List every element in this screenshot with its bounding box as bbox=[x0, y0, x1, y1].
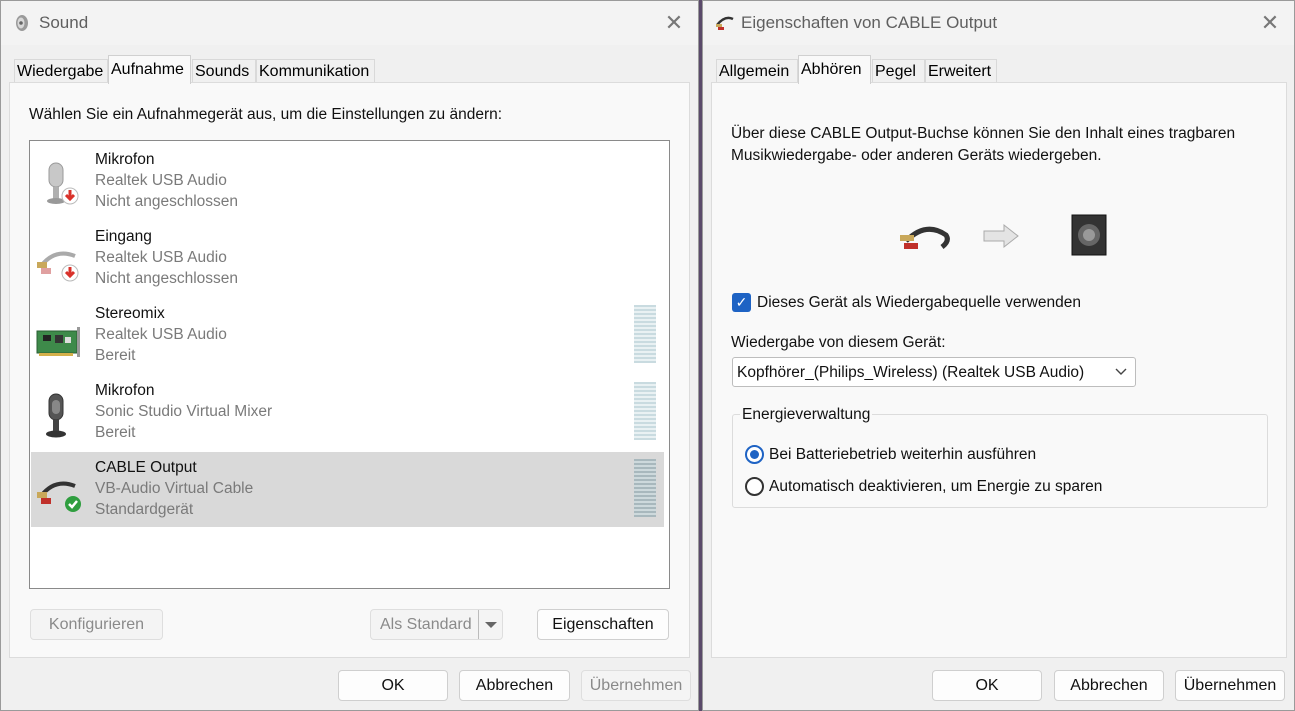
tab-erweitert[interactable]: Erweitert bbox=[925, 59, 997, 83]
list-item-selected[interactable]: CABLE Output VB-Audio Virtual Cable Stan… bbox=[31, 452, 664, 527]
cable-jack-icon bbox=[37, 481, 81, 512]
playback-label: Wiedergabe von diesem Gerät: bbox=[731, 334, 946, 351]
power-group-title: Energieverwaltung bbox=[740, 406, 873, 424]
tab-kommunikation[interactable]: Kommunikation bbox=[256, 59, 375, 83]
tab-pegel[interactable]: Pegel bbox=[872, 59, 925, 83]
device-status: Nicht angeschlossen bbox=[95, 193, 239, 210]
radio-auto-disable-label[interactable]: Automatisch deaktivieren, um Energie zu … bbox=[769, 478, 1102, 496]
arrow-right-icon bbox=[983, 223, 1019, 249]
configure-button[interactable]: Konfigurieren bbox=[30, 609, 163, 640]
tab-abhoeren[interactable]: Abhören bbox=[798, 55, 871, 84]
title-bar[interactable]: Sound ✕ bbox=[1, 1, 698, 45]
title-bar[interactable]: Eigenschaften von CABLE Output ✕ bbox=[703, 1, 1294, 45]
tab-panel: Wählen Sie ein Aufnahmegerät aus, um die… bbox=[9, 82, 690, 658]
device-name: Stereomix bbox=[95, 305, 165, 322]
ok-button[interactable]: OK bbox=[932, 670, 1042, 701]
chevron-down-icon bbox=[1115, 368, 1127, 375]
speaker-icon bbox=[1071, 214, 1107, 256]
device-status: Nicht angeschlossen bbox=[95, 270, 239, 287]
radio-keep-running-label[interactable]: Bei Batteriebetrieb weiterhin ausführen bbox=[769, 446, 1036, 464]
device-name: Mikrofon bbox=[95, 382, 155, 399]
power-group: Energieverwaltung Bei Batteriebetrieb we… bbox=[732, 406, 1268, 508]
tab-bar: Wiedergabe Aufnahme Sounds Kommunikation bbox=[9, 55, 690, 84]
ok-button[interactable]: OK bbox=[338, 670, 448, 701]
properties-button[interactable]: Eigenschaften bbox=[537, 609, 669, 640]
tab-bar: Allgemein Abhören Pegel Erweitert bbox=[711, 55, 1286, 84]
device-driver: Realtek USB Audio bbox=[95, 326, 227, 343]
radio-keep-running[interactable] bbox=[745, 445, 764, 464]
device-name: Eingang bbox=[95, 228, 152, 245]
set-default-button[interactable]: Als Standard bbox=[370, 609, 503, 640]
tab-panel: Über diese CABLE Output-Buchse können Si… bbox=[711, 82, 1287, 658]
microphone-icon bbox=[46, 393, 66, 438]
window-title: Eigenschaften von CABLE Output bbox=[741, 13, 998, 32]
device-name: CABLE Output bbox=[95, 459, 197, 476]
window-title: Sound bbox=[39, 13, 89, 32]
device-driver: Realtek USB Audio bbox=[95, 249, 227, 266]
device-name: Mikrofon bbox=[95, 151, 155, 168]
chevron-down-icon[interactable] bbox=[478, 610, 502, 639]
list-item[interactable]: Eingang Realtek USB Audio Nicht angeschl… bbox=[31, 228, 664, 304]
level-meter bbox=[634, 382, 656, 440]
device-list[interactable]: Mikrofon Realtek USB Audio Nicht angesch… bbox=[29, 140, 670, 589]
device-status: Bereit bbox=[95, 424, 136, 441]
description-text: Über diese CABLE Output-Buchse können Si… bbox=[731, 125, 1236, 164]
close-icon[interactable]: ✕ bbox=[1256, 9, 1284, 37]
apply-button[interactable]: Übernehmen bbox=[1175, 670, 1285, 701]
list-item[interactable]: Mikrofon Sonic Studio Virtual Mixer Bere… bbox=[31, 382, 664, 458]
listen-checkbox-label[interactable]: Dieses Gerät als Wiedergabequelle verwen… bbox=[757, 294, 1081, 312]
list-item[interactable]: Stereomix Realtek USB Audio Bereit bbox=[31, 305, 664, 381]
level-meter bbox=[634, 305, 656, 363]
playback-device-value: Kopfhörer_(Philips_Wireless) (Realtek US… bbox=[737, 364, 1085, 381]
level-meter bbox=[634, 459, 656, 517]
device-status: Standardgerät bbox=[95, 501, 194, 518]
sound-card-icon bbox=[36, 327, 80, 357]
tab-sounds[interactable]: Sounds bbox=[192, 59, 256, 83]
cable-jack-icon bbox=[37, 251, 79, 282]
tab-aufnahme[interactable]: Aufnahme bbox=[108, 55, 191, 84]
device-driver: Sonic Studio Virtual Mixer bbox=[95, 403, 273, 420]
apply-button[interactable]: Übernehmen bbox=[581, 670, 691, 701]
tab-allgemein[interactable]: Allgemein bbox=[716, 59, 798, 83]
microphone-icon bbox=[47, 162, 79, 205]
device-driver: VB-Audio Virtual Cable bbox=[95, 480, 254, 497]
list-item[interactable]: Mikrofon Realtek USB Audio Nicht angesch… bbox=[31, 151, 664, 227]
playback-device-select[interactable]: Kopfhörer_(Philips_Wireless) (Realtek US… bbox=[732, 357, 1136, 387]
tab-wiedergabe[interactable]: Wiedergabe bbox=[14, 59, 108, 83]
speaker-icon bbox=[16, 15, 28, 31]
listen-checkbox[interactable]: ✓ bbox=[732, 293, 751, 312]
cancel-button[interactable]: Abbrechen bbox=[1054, 670, 1164, 701]
cable-jack-icon bbox=[716, 16, 734, 30]
device-driver: Realtek USB Audio bbox=[95, 172, 227, 189]
device-status: Bereit bbox=[95, 347, 136, 364]
sound-window: Sound ✕ Wiedergabe Aufnahme Sounds Kommu… bbox=[0, 0, 699, 711]
close-icon[interactable]: ✕ bbox=[660, 9, 688, 37]
radio-auto-disable[interactable] bbox=[745, 477, 764, 496]
properties-window: Eigenschaften von CABLE Output ✕ Allgeme… bbox=[702, 0, 1295, 711]
cancel-button[interactable]: Abbrechen bbox=[459, 670, 570, 701]
instruction-text: Wählen Sie ein Aufnahmegerät aus, um die… bbox=[29, 106, 503, 123]
cable-jack-icon bbox=[900, 226, 950, 249]
